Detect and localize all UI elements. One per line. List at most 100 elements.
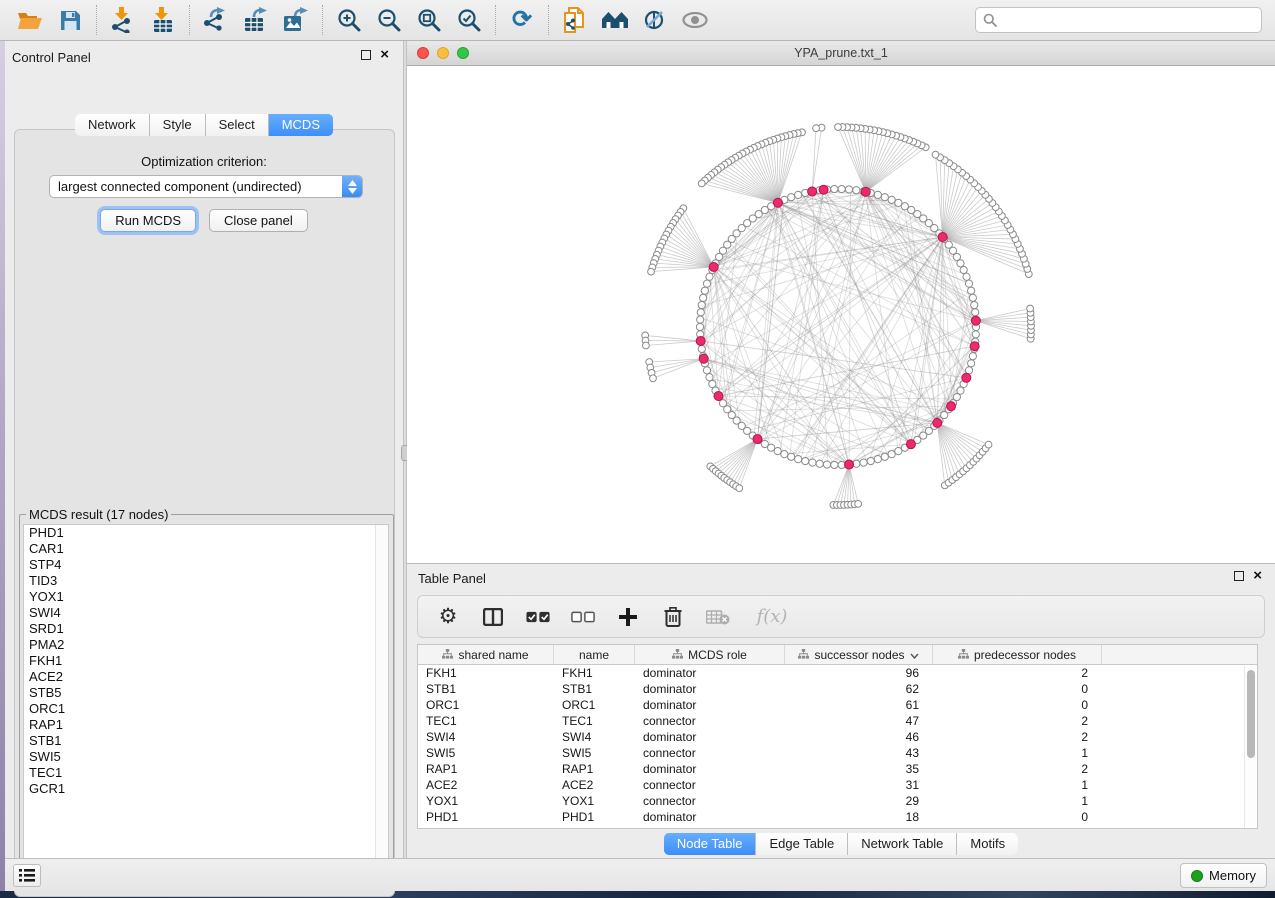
graph-node[interactable] xyxy=(969,353,976,360)
export-network-icon[interactable] xyxy=(196,3,236,37)
graph-node[interactable] xyxy=(895,199,902,206)
tab-motifs[interactable]: Motifs xyxy=(957,833,1018,855)
column-header-MCDS-role[interactable]: MCDS role xyxy=(635,645,785,664)
graph-node[interactable] xyxy=(971,301,978,308)
network-graph[interactable] xyxy=(407,66,1275,563)
graph-hub-node[interactable] xyxy=(709,262,718,271)
table-row[interactable]: SWI5SWI5connector431 xyxy=(418,745,1257,761)
mcds-result-item[interactable]: TID3 xyxy=(24,573,388,589)
graph-node[interactable] xyxy=(972,309,979,316)
graph-node[interactable] xyxy=(831,461,838,468)
table-row[interactable]: RAP1RAP1dominator352 xyxy=(418,761,1257,777)
graph-node[interactable] xyxy=(706,273,713,280)
graph-hub-node[interactable] xyxy=(906,440,915,449)
mcds-result-item[interactable]: GCR1 xyxy=(24,781,388,797)
memory-button[interactable]: Memory xyxy=(1180,863,1267,888)
mcds-result-item[interactable]: STB1 xyxy=(24,733,388,749)
graph-hub-node[interactable] xyxy=(819,185,828,194)
graph-node[interactable] xyxy=(709,380,716,387)
show-columns-icon[interactable] xyxy=(481,604,505,630)
select-all-icon[interactable] xyxy=(526,604,550,630)
column-header-successor-nodes[interactable]: successor nodes xyxy=(785,645,933,664)
close-panel-button[interactable]: Close panel xyxy=(209,209,308,232)
graph-hub-node[interactable] xyxy=(808,187,817,196)
graph-node[interactable] xyxy=(774,448,781,455)
tab-mcds[interactable]: MCDS xyxy=(269,114,333,136)
graph-node[interactable] xyxy=(888,451,895,458)
graph-node[interactable] xyxy=(809,459,816,466)
mcds-result-list[interactable]: PHD1CAR1STP4TID3YOX1SWI4SRD1PMA2FKH1ACE2… xyxy=(23,524,389,882)
hide-selected-icon[interactable] xyxy=(635,3,675,37)
graph-node[interactable] xyxy=(698,345,705,352)
tab-select[interactable]: Select xyxy=(206,114,269,136)
add-column-icon[interactable] xyxy=(616,604,640,630)
open-file-icon[interactable] xyxy=(10,3,50,37)
tab-network-table[interactable]: Network Table xyxy=(848,833,957,855)
graph-node[interactable] xyxy=(698,301,705,308)
graph-node[interactable] xyxy=(968,360,975,367)
graph-node[interactable] xyxy=(838,185,845,192)
graph-node[interactable] xyxy=(698,180,705,187)
graph-hub-node[interactable] xyxy=(938,233,947,242)
graph-node[interactable] xyxy=(700,294,707,301)
graph-node[interactable] xyxy=(788,453,795,460)
run-mcds-button[interactable]: Run MCDS xyxy=(100,209,196,232)
search-input[interactable] xyxy=(997,13,1254,28)
graph-node[interactable] xyxy=(788,194,795,201)
graph-node[interactable] xyxy=(972,331,979,338)
table-row[interactable]: ACE2ACE2connector311 xyxy=(418,777,1257,793)
graph-node[interactable] xyxy=(813,125,820,132)
column-header-predecessor-nodes[interactable]: predecessor nodes xyxy=(933,645,1102,664)
graph-node[interactable] xyxy=(968,287,975,294)
graph-node[interactable] xyxy=(960,266,967,273)
export-image-icon[interactable] xyxy=(276,3,316,37)
mcds-result-item[interactable]: FKH1 xyxy=(24,653,388,669)
mcds-result-item[interactable]: RAP1 xyxy=(24,717,388,733)
network-window-titlebar[interactable]: YPA_prune.txt_1 xyxy=(407,41,1275,66)
close-panel-icon[interactable]: × xyxy=(380,50,389,60)
mcds-result-item[interactable]: SRD1 xyxy=(24,621,388,637)
mcds-list-scrollbar[interactable] xyxy=(375,525,388,881)
mcds-result-item[interactable]: CAR1 xyxy=(24,541,388,557)
network-file-icon[interactable] xyxy=(555,3,595,37)
show-panels-list-button[interactable] xyxy=(13,864,41,887)
table-row[interactable]: PHD1PHD1dominator180 xyxy=(418,809,1257,825)
graph-hub-node[interactable] xyxy=(971,316,980,325)
mcds-result-item[interactable]: PMA2 xyxy=(24,637,388,653)
mcds-result-item[interactable]: ORC1 xyxy=(24,701,388,717)
graph-node[interactable] xyxy=(696,323,703,330)
graph-node[interactable] xyxy=(957,387,964,394)
table-scrollbar[interactable] xyxy=(1244,666,1256,828)
graph-node[interactable] xyxy=(985,441,992,448)
graph-hub-node[interactable] xyxy=(773,198,782,207)
graph-hub-node[interactable] xyxy=(947,402,956,411)
graph-hub-node[interactable] xyxy=(933,418,942,427)
mcds-result-item[interactable]: STP4 xyxy=(24,557,388,573)
graph-node[interactable] xyxy=(874,456,881,463)
graph-node[interactable] xyxy=(648,268,655,275)
tab-node-table[interactable]: Node Table xyxy=(664,833,757,855)
delete-column-icon[interactable] xyxy=(661,604,685,630)
graph-node[interactable] xyxy=(965,280,972,287)
graph-node[interactable] xyxy=(816,460,823,467)
graph-node[interactable] xyxy=(697,309,704,316)
zoom-selected-icon[interactable] xyxy=(449,3,489,37)
graph-hub-node[interactable] xyxy=(970,342,979,351)
graph-node[interactable] xyxy=(703,367,710,374)
mcds-result-item[interactable]: STB5 xyxy=(24,685,388,701)
import-table-icon[interactable] xyxy=(143,3,183,37)
table-row[interactable]: ORC1ORC1dominator610 xyxy=(418,697,1257,713)
mcds-result-item[interactable]: PHD1 xyxy=(24,525,388,541)
graph-hub-node[interactable] xyxy=(699,354,708,363)
graph-node[interactable] xyxy=(650,375,657,382)
table-row[interactable]: YOX1YOX1connector291 xyxy=(418,793,1257,809)
tab-edge-table[interactable]: Edge Table xyxy=(756,833,848,855)
graph-node[interactable] xyxy=(795,191,802,198)
graph-node[interactable] xyxy=(642,342,649,349)
graph-node[interactable] xyxy=(963,273,970,280)
graph-node[interactable] xyxy=(701,287,708,294)
graph-hub-node[interactable] xyxy=(962,373,971,382)
graph-hub-node[interactable] xyxy=(753,435,762,444)
mcds-result-item[interactable]: SWI5 xyxy=(24,749,388,765)
float-table-panel-icon[interactable] xyxy=(1234,571,1244,581)
